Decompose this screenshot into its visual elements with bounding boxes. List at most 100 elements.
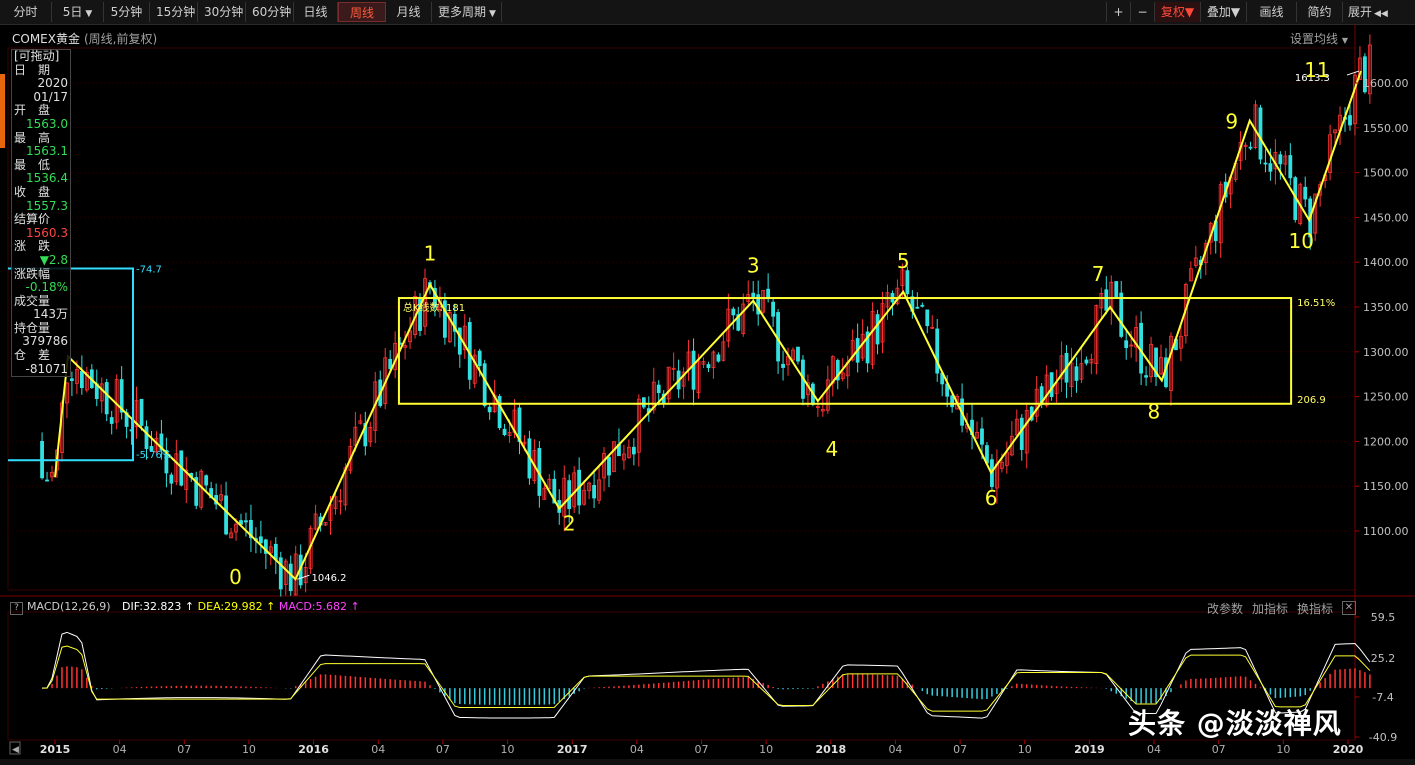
candle-body (273, 543, 278, 561)
candle-body (781, 363, 785, 368)
time-tick-label: 07 (177, 743, 191, 756)
candle-body (104, 382, 109, 415)
price-tick-label: 1200.00 (1363, 435, 1409, 448)
info-value: 1563.1 (26, 144, 68, 159)
candlestick-chart[interactable]: 16.51% 206.9 总K线数: 181 -74.7 -5.76% 1046.2 1 6 1… (0, 0, 1415, 765)
candle-body (79, 370, 84, 389)
drag-hint[interactable]: [可拖动] (12, 49, 70, 64)
candle-body (109, 417, 114, 424)
candle-body (1258, 107, 1263, 160)
macd-value: MACD:5.682 (278, 600, 347, 613)
chart-frame (7, 47, 1356, 591)
quote-info-panel[interactable]: [可拖动] 日 期 2020 01/17 开 盘 1563.0 最 高 1563.1 最 低1… (11, 49, 71, 378)
macd-header: ? MACD(12,26,9) DIF:32.823 ↑ DEA:29.982 ↑… (10, 600, 360, 615)
candle-body (144, 426, 149, 449)
macd-tick-label: 25.2 (1371, 652, 1396, 665)
wave-label: 6 (985, 486, 998, 510)
candle-body (875, 314, 880, 345)
time-tick-label: 10 (1018, 743, 1032, 756)
info-value: -0.18% (25, 280, 68, 295)
elliott-wave-line[interactable] (54, 70, 1362, 581)
wave-label: 11 (1304, 58, 1329, 82)
info-label: 结算价 (14, 212, 51, 227)
info-label: 涨跌幅 (14, 266, 51, 281)
info-label: 最 低 (14, 157, 51, 172)
time-tick-label: 07 (436, 743, 450, 756)
candle-body (1278, 154, 1283, 165)
candle-body (1119, 292, 1124, 337)
info-value: 379786 (22, 334, 68, 349)
help-icon[interactable]: ? (10, 602, 23, 615)
info-label: 仓 差 (14, 348, 51, 363)
candle-body (1288, 155, 1293, 179)
macd-tick-label: -40.9 (1369, 731, 1397, 744)
candle-body (204, 475, 209, 486)
info-value: 143万 (33, 307, 68, 322)
candle-body (771, 301, 776, 317)
candle-body (950, 395, 955, 408)
wave-label: 2 (563, 512, 576, 536)
candle-body (706, 364, 711, 368)
price-tick-label: 1500.00 (1363, 167, 1409, 180)
candle-body (980, 428, 984, 445)
candle-body (796, 346, 800, 362)
candle-body (935, 328, 940, 374)
time-tick-label: 04 (113, 743, 127, 756)
time-tick-label: 04 (630, 743, 644, 756)
time-tick-label: 2015 (40, 743, 71, 756)
time-tick-label: 10 (501, 743, 515, 756)
price-tick-label: 1600.00 (1363, 77, 1409, 90)
wave-label: 9 (1225, 110, 1238, 134)
candle-body (1268, 163, 1273, 172)
wave-label: 0 (229, 565, 242, 589)
candle-body (1263, 162, 1268, 165)
candle-body (497, 396, 502, 429)
info-label: 涨 跌 (14, 239, 51, 254)
price-tick-label: 1350.00 (1363, 301, 1409, 314)
macd-tick-label: -7.4 (1372, 691, 1393, 704)
low-price-label: 1046.2 (311, 573, 346, 584)
box-top-pct: 16.51% (1297, 298, 1335, 309)
candle-body (169, 474, 174, 484)
price-tick-label: 1450.00 (1363, 211, 1409, 224)
time-tick-label: 2020 (1333, 743, 1364, 756)
info-label: 持仓量 (14, 320, 51, 335)
candle-body (631, 446, 636, 455)
wave-label: 5 (897, 249, 910, 273)
info-label: 最 高 (14, 130, 51, 145)
candle-body (1104, 289, 1109, 311)
info-label: 开 盘 (14, 103, 51, 118)
add-indicator-button[interactable]: 加指标 (1252, 600, 1288, 617)
candle-body (1348, 115, 1352, 126)
candle-body (1114, 281, 1119, 298)
change-indicator-button[interactable]: 换指标 (1297, 600, 1333, 617)
info-label: 日 期 (14, 62, 51, 77)
macd-name: MACD(12,26,9) (27, 600, 111, 613)
macd-dif: DIF:32.823 (122, 600, 182, 613)
candle-body (920, 304, 925, 307)
price-tick-label: 1250.00 (1363, 391, 1409, 404)
time-tick-label: 10 (242, 743, 256, 756)
candle-body (592, 485, 596, 499)
scroll-left-icon: ◀ (12, 745, 19, 755)
info-value: 2020 (37, 76, 68, 91)
candle-body (45, 479, 49, 482)
time-tick-label: 2018 (815, 743, 846, 756)
candle-body (1019, 417, 1024, 450)
close-icon[interactable]: ✕ (1342, 601, 1356, 615)
candle-body (607, 456, 611, 476)
candle-body (905, 270, 910, 295)
wave-label: 3 (747, 254, 760, 278)
candle-body (1144, 375, 1148, 378)
info-label: 成交量 (14, 293, 51, 308)
candle-body (477, 350, 482, 367)
measure-pct: -5.76% (136, 450, 171, 461)
candle-body (641, 397, 646, 408)
candle-body (288, 563, 293, 592)
measure-value: -74.7 (136, 264, 162, 275)
time-tick-label: 07 (695, 743, 709, 756)
wave-label: 10 (1288, 229, 1313, 253)
macd-dea: DEA:29.982 (197, 600, 263, 613)
edit-params-button[interactable]: 改参数 (1207, 600, 1243, 617)
candle-body (567, 480, 572, 510)
